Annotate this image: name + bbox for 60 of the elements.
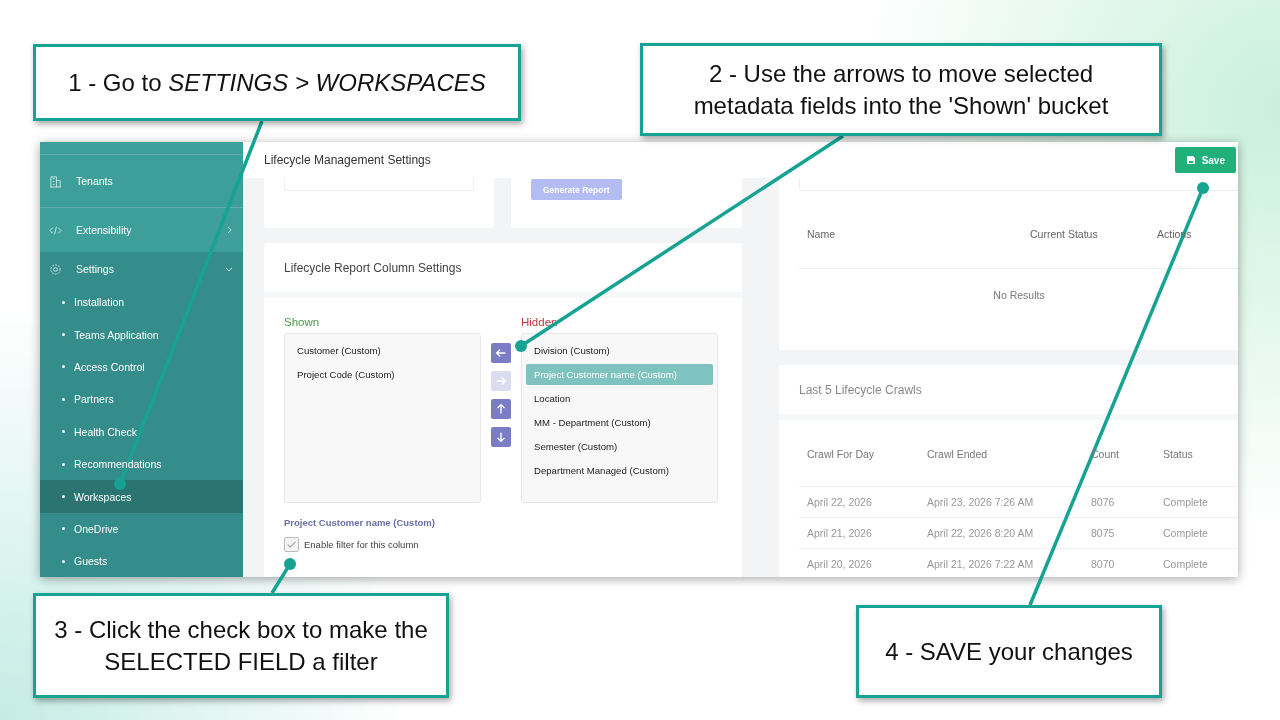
table-cell-text: 8070: [1091, 558, 1116, 570]
callout-box: 1 - Go to SETTINGS > WORKSPACES: [33, 44, 521, 121]
selected-field-label: Project Customer name (Custom): [284, 517, 436, 528]
callout-box: 4 - SAVE your changes: [856, 605, 1162, 698]
list-item[interactable]: Division (Custom): [526, 340, 713, 361]
sidebar-item[interactable]: Teams Application: [40, 318, 243, 351]
arrow-left-icon: [494, 346, 508, 360]
list-item[interactable]: MM - Department (Custom): [526, 412, 713, 433]
list-item[interactable]: Customer (Custom): [289, 340, 476, 361]
settings-icon: [49, 262, 62, 276]
arrow-up-icon: [494, 402, 508, 416]
list-item[interactable]: Semester (Custom): [526, 436, 713, 457]
list-item[interactable]: Location: [526, 388, 713, 409]
column-header: Current Status: [1030, 228, 1099, 240]
arrow-down-button[interactable]: [491, 427, 511, 447]
sidebar-item[interactable]: Access Control: [40, 350, 243, 384]
column-header: Crawl Ended: [927, 448, 989, 460]
sidebar-item[interactable]: Recommendations: [40, 447, 243, 481]
page-title: Lifecycle Management Settings: [264, 153, 431, 167]
arrow-up-button[interactable]: [491, 399, 511, 419]
sidebar-item[interactable]: Installation: [40, 286, 243, 319]
sidebar-item[interactable]: Settings: [40, 252, 243, 286]
table-cell-text: April 22, 2026 8:20 AM: [927, 527, 1035, 539]
card-title: Last 5 Lifecycle Crawls: [799, 382, 922, 397]
sidebar-item[interactable]: OneDrive: [40, 512, 243, 546]
sidebar-item[interactable]: Workspaces: [40, 480, 243, 513]
table-cell-text: Complete: [1163, 527, 1209, 539]
callout-box: 2 - Use the arrows to move selected metadata fields into the 'Shown' bucket: [640, 43, 1162, 136]
arrow-down-icon: [494, 430, 508, 444]
list-item[interactable]: Project Code (Custom): [289, 364, 476, 385]
column-header: Status: [1163, 448, 1194, 460]
arrow-left-button[interactable]: [491, 343, 511, 363]
table-cell-text: 8076: [1091, 496, 1116, 508]
empty-message: No Results: [992, 289, 1046, 301]
checkbox-label: Enable filter for this column: [304, 539, 419, 550]
sidebar-item[interactable]: Extensibility: [40, 208, 243, 252]
table-cell-text: April 20, 2026: [807, 558, 873, 570]
column-header: Name: [807, 228, 836, 240]
building-icon: [49, 174, 62, 188]
table-cell-text: April 21, 2026: [807, 527, 873, 539]
list-item[interactable]: Project Customer name (Custom): [526, 364, 713, 385]
save-icon: [1185, 155, 1196, 165]
leader-line: [270, 558, 296, 594]
checkbox[interactable]: [284, 537, 299, 552]
table-cell-text: 8075: [1091, 527, 1116, 539]
table-cell-text: April 23, 2026 7:26 AM: [927, 496, 1035, 508]
card-title: Lifecycle Report Column Settings: [284, 260, 462, 275]
sidebar-item[interactable]: Health Check: [40, 415, 243, 448]
table-cell-text: Complete: [1163, 558, 1209, 570]
callout-box: 3 - Click the check box to make the SELECTED FIELD a filter: [33, 593, 449, 698]
save-button[interactable]: Save: [1174, 147, 1236, 173]
arrow-right-icon: [494, 374, 508, 388]
sidebar-item[interactable]: Guests: [40, 545, 243, 577]
table-cell-text: April 22, 2026: [807, 496, 873, 508]
table-cell-text: Complete: [1163, 496, 1209, 508]
list-label: Shown: [284, 316, 321, 328]
table-cell-text: April 21, 2026 7:22 AM: [927, 558, 1035, 570]
column-header: Crawl For Day: [807, 448, 876, 460]
sidebar-item[interactable]: Partners: [40, 383, 243, 416]
list-item[interactable]: Department Managed (Custom): [526, 460, 713, 481]
